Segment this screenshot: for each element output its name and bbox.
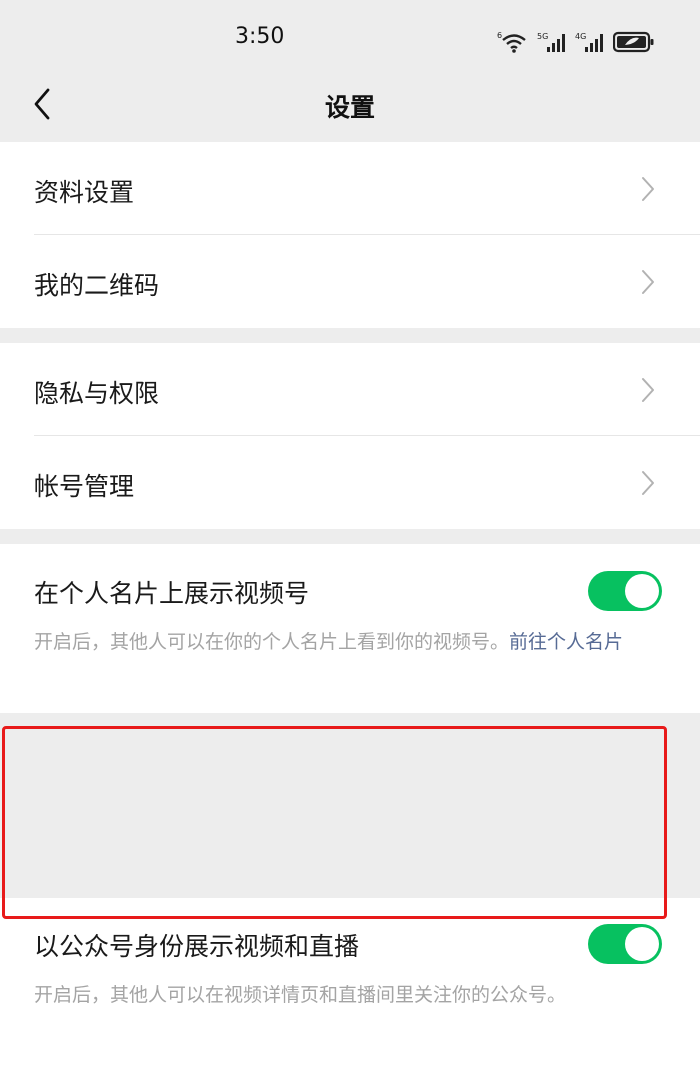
svg-text:6: 6 (497, 31, 502, 40)
toggle-description: 开启后，其他人可以在你的个人名片上看到你的视频号。前往个人名片 (34, 627, 650, 657)
toggle-item-official-account-identity: 以公众号身份展示视频和直播 开启后，其他人可以在视频详情页和直播间里关注你的公众… (0, 898, 700, 1074)
toggle-title: 在个人名片上展示视频号 (34, 579, 310, 608)
chevron-right-icon (642, 378, 654, 402)
settings-item-label: 资料设置 (34, 178, 135, 207)
settings-item-label: 隐私与权限 (34, 379, 160, 408)
official-account-identity-switch[interactable] (588, 924, 662, 964)
status-icons: 6 5G 4G (497, 24, 655, 54)
signal-5g-icon: 5G (537, 30, 569, 54)
description-text: 开启后，其他人可以在你的个人名片上看到你的视频号。 (34, 631, 510, 653)
settings-item-label: 帐号管理 (34, 472, 135, 501)
battery-icon (613, 30, 655, 54)
signal-4g-icon: 4G (575, 30, 607, 54)
highlight-box (2, 726, 667, 919)
go-to-card-link[interactable]: 前往个人名片 (509, 631, 623, 653)
settings-item-profile[interactable]: 资料设置 (0, 142, 700, 235)
status-bar: 3:50 6 5G 4G (0, 0, 700, 80)
svg-text:4G: 4G (575, 32, 586, 41)
chevron-right-icon (642, 177, 654, 201)
chevron-right-icon (642, 471, 654, 495)
toggle-item-channels-on-card: 在个人名片上展示视频号 开启后，其他人可以在你的个人名片上看到你的视频号。前往个… (0, 544, 700, 713)
settings-item-label: 我的二维码 (34, 271, 160, 300)
toggle-title: 以公众号身份展示视频和直播 (34, 932, 360, 961)
settings-item-qrcode[interactable]: 我的二维码 (0, 235, 700, 328)
svg-text:5G: 5G (537, 32, 548, 41)
chevron-right-icon (642, 270, 654, 294)
settings-group-account: 隐私与权限 帐号管理 (0, 343, 700, 529)
switch-knob (625, 574, 659, 608)
settings-item-privacy[interactable]: 隐私与权限 (0, 343, 700, 436)
status-time: 3:50 (235, 24, 285, 49)
wifi-icon: 6 (497, 30, 531, 54)
channels-on-card-switch[interactable] (588, 571, 662, 611)
nav-bar: 设置 (0, 80, 700, 142)
page-title: 设置 (324, 93, 375, 122)
toggle-description: 开启后，其他人可以在视频详情页和直播间里关注你的公众号。 (34, 984, 567, 1006)
settings-item-account[interactable]: 帐号管理 (0, 436, 700, 529)
settings-group-profile: 资料设置 我的二维码 (0, 142, 700, 328)
switch-knob (625, 927, 659, 961)
